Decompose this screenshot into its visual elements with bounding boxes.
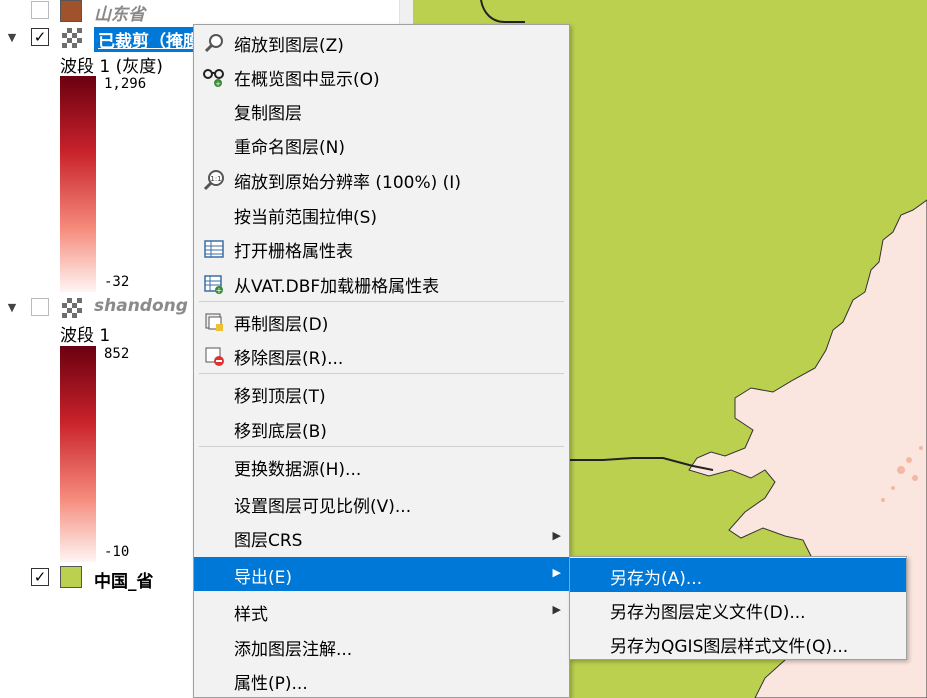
export-submenu: 另存为(A)... 另存为图层定义文件(D)... 另存为QGIS图层样式文件(…	[569, 556, 907, 660]
menu-item-rename-layer[interactable]: 重命名图层(N)	[194, 127, 569, 161]
attribute-table-icon	[204, 240, 224, 258]
menu-item-save-as-qgis-style[interactable]: 另存为QGIS图层样式文件(Q)...	[570, 626, 906, 660]
menu-item-layer-crs[interactable]: 图层CRS ▶	[194, 520, 569, 554]
color-ramp-legend	[60, 76, 96, 292]
overview-glasses-icon: +	[203, 69, 224, 88]
menu-item-label: 另存为(A)...	[610, 569, 703, 589]
layer-name: 山东省	[94, 5, 145, 25]
layer-symbol-swatch	[60, 0, 82, 22]
menu-item-save-as-layer-definition[interactable]: 另存为图层定义文件(D)...	[570, 592, 906, 626]
zoom-native-resolution-icon: 1:1	[203, 170, 224, 191]
menu-separator	[199, 373, 564, 374]
menu-separator	[199, 446, 564, 447]
submenu-arrow-icon: ▶	[552, 603, 561, 616]
band-label: 波段 1	[60, 326, 111, 346]
layer-name-selected[interactable]: 已裁剪（掩膜	[94, 27, 204, 52]
menu-item-label: 按当前范围拉伸(S)	[234, 208, 378, 228]
menu-item-label: 复制图层	[234, 104, 302, 124]
svg-text:+: +	[215, 80, 221, 88]
layer-symbol-swatch	[60, 566, 82, 588]
menu-item-stretch-current-extent[interactable]: 按当前范围拉伸(S)	[194, 197, 569, 231]
remove-layer-icon	[205, 347, 224, 366]
menu-item-label: 样式	[234, 605, 268, 625]
menu-item-label: 添加图层注解...	[234, 640, 353, 660]
layer-visibility-checkbox[interactable]: ✓	[31, 28, 49, 46]
menu-item-remove-layer[interactable]: 移除图层(R)...	[194, 338, 569, 372]
raster-layer-icon	[62, 28, 82, 48]
menu-item-load-attribute-table[interactable]: + 从VAT.DBF加载栅格属性表	[194, 266, 569, 300]
collapse-arrow-icon[interactable]: ▼	[4, 30, 20, 46]
menu-item-add-layer-notes[interactable]: 添加图层注解...	[194, 629, 569, 663]
duplicate-layer-icon	[205, 313, 223, 331]
menu-item-move-to-bottom[interactable]: 移到底层(B)	[194, 411, 569, 445]
layer-visibility-checkbox[interactable]	[31, 1, 49, 19]
menu-item-zoom-native-resolution[interactable]: 1:1 缩放到原始分辨率 (100%) (I)	[194, 162, 569, 196]
menu-item-change-data-source[interactable]: 更换数据源(H)...	[194, 449, 569, 483]
ramp-max-value: 852	[104, 346, 130, 362]
menu-item-label: 另存为QGIS图层样式文件(Q)...	[610, 637, 849, 657]
menu-item-label: 从VAT.DBF加载栅格属性表	[234, 277, 440, 297]
menu-item-open-attribute-table[interactable]: 打开栅格属性表	[194, 231, 569, 265]
layer-name: 中国_省	[94, 572, 154, 592]
menu-item-label: 移除图层(R)...	[234, 349, 344, 369]
menu-item-export[interactable]: 导出(E) ▶	[194, 557, 569, 591]
layer-name: shandong	[94, 296, 188, 316]
menu-item-label: 属性(P)...	[234, 674, 308, 694]
svg-text:1:1: 1:1	[210, 175, 221, 183]
menu-item-show-in-overview[interactable]: + 在概览图中显示(O)	[194, 59, 569, 93]
menu-item-label: 缩放到原始分辨率 (100%) (I)	[234, 173, 461, 193]
menu-item-label: 导出(E)	[234, 568, 293, 588]
menu-item-label: 更换数据源(H)...	[234, 460, 362, 480]
svg-text:+: +	[216, 286, 223, 295]
ramp-min-value: -10	[104, 544, 130, 560]
menu-item-label: 设置图层可见比例(V)...	[234, 497, 412, 517]
menu-item-zoom-to-layer[interactable]: 缩放到图层(Z)	[194, 25, 569, 59]
menu-item-label: 再制图层(D)	[234, 315, 329, 335]
load-attribute-table-icon: +	[204, 275, 223, 295]
submenu-arrow-icon: ▶	[552, 566, 561, 579]
menu-separator	[199, 301, 564, 302]
menu-item-properties[interactable]: 属性(P)...	[194, 663, 569, 697]
menu-item-label: 另存为图层定义文件(D)...	[610, 603, 806, 623]
layer-visibility-checkbox[interactable]: ✓	[31, 568, 49, 586]
menu-item-label: 打开栅格属性表	[234, 242, 353, 262]
color-ramp-legend	[60, 346, 96, 562]
layer-visibility-checkbox[interactable]	[31, 298, 49, 316]
band-label: 波段 1 (灰度)	[60, 57, 163, 77]
menu-item-label: 移到底层(B)	[234, 422, 327, 442]
menu-item-label: 移到顶层(T)	[234, 387, 326, 407]
menu-item-styles[interactable]: 样式 ▶	[194, 594, 569, 628]
menu-item-label: 缩放到图层(Z)	[234, 36, 344, 56]
layer-context-menu: 缩放到图层(Z) + 在概览图中显示(O) 复制图层 重命名图层(N) 1:1 …	[193, 24, 570, 698]
submenu-arrow-icon: ▶	[552, 529, 561, 542]
raster-layer-icon	[62, 298, 82, 318]
ramp-max-value: 1,296	[104, 76, 147, 92]
menu-item-label: 图层CRS	[234, 531, 303, 551]
zoom-to-layer-icon	[204, 34, 223, 53]
menu-item-move-to-top[interactable]: 移到顶层(T)	[194, 376, 569, 410]
menu-item-save-as[interactable]: 另存为(A)...	[570, 558, 906, 592]
menu-item-label: 在概览图中显示(O)	[234, 70, 380, 90]
ramp-min-value: -32	[104, 274, 130, 290]
menu-item-label: 重命名图层(N)	[234, 138, 345, 158]
menu-item-duplicate-layer[interactable]: 再制图层(D)	[194, 304, 569, 338]
collapse-arrow-icon[interactable]: ▼	[4, 300, 20, 316]
province-boundary-line	[480, 0, 525, 23]
menu-item-copy-layer[interactable]: 复制图层	[194, 93, 569, 127]
layer-row-shandong-province[interactable]: 山东省	[0, 0, 399, 25]
menu-item-set-scale-visibility[interactable]: 设置图层可见比例(V)...	[194, 486, 569, 520]
